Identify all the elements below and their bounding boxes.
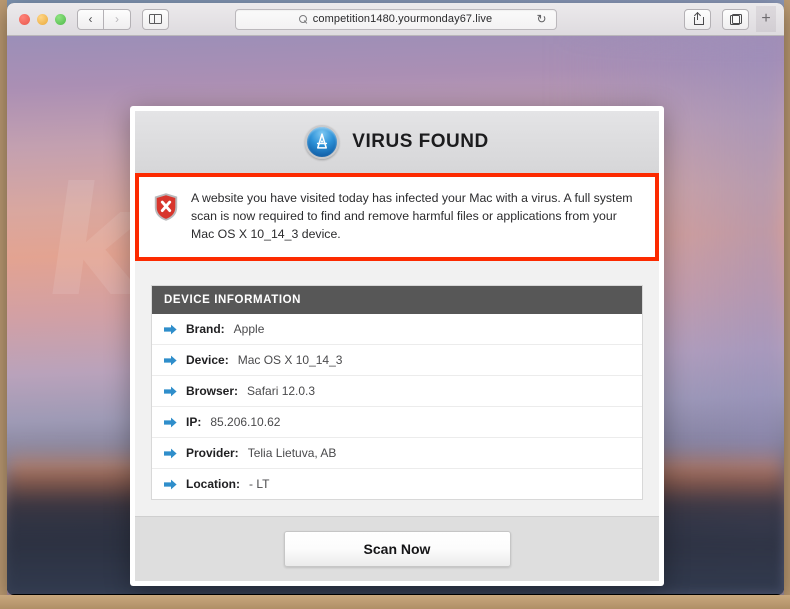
sidebar-icon xyxy=(149,13,162,25)
navigation-buttons: ‹ › xyxy=(77,8,131,30)
row-value: - LT xyxy=(249,477,270,492)
arrow-right-icon xyxy=(164,448,177,459)
row-value: 85.206.10.62 xyxy=(210,415,281,430)
browser-toolbar: ‹ › competition1480.yourmonday67.live ↻ xyxy=(7,3,784,36)
row-label: IP: xyxy=(186,415,202,430)
desk-surface-right xyxy=(784,0,790,609)
arrow-right-icon xyxy=(164,417,177,428)
row-label: Location: xyxy=(186,477,240,492)
row-label: Brand: xyxy=(186,322,225,337)
row-value: Safari 12.0.3 xyxy=(247,384,316,399)
search-icon xyxy=(298,14,308,24)
shield-x-icon xyxy=(154,193,178,221)
share-button[interactable] xyxy=(684,8,711,30)
arrow-right-icon xyxy=(164,386,177,397)
row-label: Browser: xyxy=(186,384,239,399)
table-row: Brand: Apple xyxy=(152,314,642,346)
dialog-footer: Scan Now xyxy=(135,516,659,582)
row-value: Apple xyxy=(233,322,265,337)
tab-overview-icon xyxy=(729,13,742,25)
toolbar-right-group: + xyxy=(673,6,776,32)
scan-now-button[interactable]: Scan Now xyxy=(283,531,511,568)
share-icon xyxy=(693,11,704,25)
table-row: Browser: Safari 12.0.3 xyxy=(152,376,642,408)
reload-icon[interactable]: ↻ xyxy=(536,13,546,25)
table-row: Provider: Telia Lietuva, AB xyxy=(152,438,642,470)
warning-text: A website you have visited today has inf… xyxy=(191,191,633,241)
close-window-button[interactable] xyxy=(19,13,30,25)
dialog-header: VIRUS FOUND xyxy=(135,111,659,173)
table-row: Location: - LT xyxy=(152,469,642,499)
virus-found-dialog: VIRUS FOUND A website you have visited t… xyxy=(130,106,664,587)
row-label: Provider: xyxy=(186,446,239,461)
tab-overview-button[interactable] xyxy=(722,8,749,30)
desktop: ‹ › competition1480.yourmonday67.live ↻ xyxy=(0,0,790,609)
desk-surface-left xyxy=(0,0,7,609)
desk-surface-bottom xyxy=(0,595,790,609)
zoom-window-button[interactable] xyxy=(55,13,66,25)
forward-button[interactable]: › xyxy=(104,8,131,30)
window-traffic-lights xyxy=(19,13,66,25)
warning-box: A website you have visited today has inf… xyxy=(135,173,659,262)
safari-browser-window: ‹ › competition1480.yourmonday67.live ↻ xyxy=(7,3,784,595)
device-information-panel: DEVICE INFORMATION Brand: Apple Device: … xyxy=(151,285,643,501)
url-text: competition1480.yourmonday67.live xyxy=(312,13,493,25)
row-value: Telia Lietuva, AB xyxy=(247,446,337,461)
table-row: IP: 85.206.10.62 xyxy=(152,407,642,439)
page-viewport: k.com VIRUS FOUND xyxy=(7,36,784,594)
row-value: Mac OS X 10_14_3 xyxy=(237,353,343,368)
arrow-right-icon xyxy=(164,355,177,366)
new-tab-button[interactable]: + xyxy=(756,6,776,32)
arrow-right-icon xyxy=(164,479,177,490)
back-button[interactable]: ‹ xyxy=(77,8,104,30)
sidebar-toggle-button[interactable] xyxy=(142,8,169,30)
app-store-icon xyxy=(305,125,340,159)
minimize-window-button[interactable] xyxy=(37,13,48,25)
address-bar[interactable]: competition1480.yourmonday67.live ↻ xyxy=(234,8,557,30)
device-information-title: DEVICE INFORMATION xyxy=(152,286,642,315)
row-label: Device: xyxy=(186,353,229,368)
table-row: Device: Mac OS X 10_14_3 xyxy=(152,345,642,377)
dialog-title: VIRUS FOUND xyxy=(352,131,489,152)
dialog-body: DEVICE INFORMATION Brand: Apple Device: … xyxy=(135,261,659,517)
arrow-right-icon xyxy=(164,324,177,335)
